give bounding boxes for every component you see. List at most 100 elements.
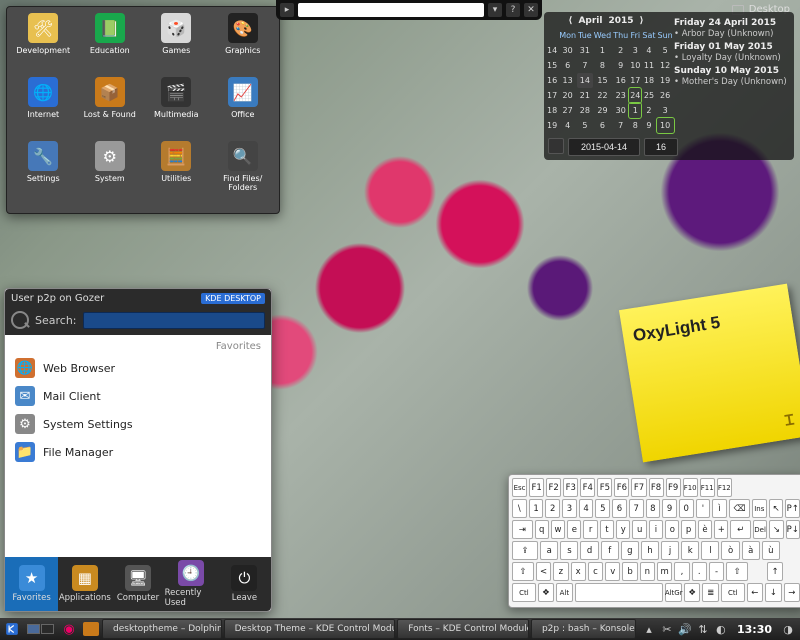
cal-day[interactable]: 14 (577, 73, 593, 88)
key-⇥[interactable]: ⇥ (512, 520, 533, 539)
key-.[interactable]: . (692, 562, 707, 581)
task-p-p-bash-konsole[interactable]: p2p : bash – Konsole (531, 619, 636, 639)
cal-day[interactable]: 30 (612, 103, 629, 118)
cal-day[interactable]: 1 (593, 43, 612, 58)
cal-day[interactable]: 8 (629, 118, 641, 133)
key-ì[interactable]: ì (712, 499, 727, 518)
key-a[interactable]: a (540, 541, 558, 560)
clock[interactable]: 13:30 (733, 623, 776, 636)
key-t[interactable]: t (600, 520, 614, 539)
tab-applications[interactable]: ▦Applications (58, 557, 111, 611)
cal-day[interactable]: 20 (558, 88, 577, 103)
key-i[interactable]: i (649, 520, 663, 539)
tab-recently-used[interactable]: 🕘Recently Used (165, 557, 218, 611)
cal-day[interactable]: 29 (593, 103, 612, 118)
key-↘[interactable]: ↘ (769, 520, 783, 539)
runner-options-icon[interactable]: ▾ (488, 3, 502, 17)
key-w[interactable]: w (551, 520, 565, 539)
key-\[interactable]: \ (512, 499, 527, 518)
key-F1[interactable]: F1 (529, 478, 544, 497)
cal-next-icon[interactable]: ⟩ (640, 16, 644, 26)
sticky-note[interactable]: OxyLight 5 Ꮖ (619, 284, 800, 463)
cal-day[interactable]: 21 (577, 88, 593, 103)
app-development[interactable]: 🛠Development (11, 13, 76, 75)
key-u[interactable]: u (632, 520, 646, 539)
key-m[interactable]: m (657, 562, 672, 581)
key-Ctl[interactable]: Ctl (512, 583, 536, 602)
key-d[interactable]: d (580, 541, 598, 560)
key-F2[interactable]: F2 (546, 478, 561, 497)
key-P↑[interactable]: P↑ (785, 499, 800, 518)
cal-day[interactable]: 17 (629, 73, 641, 88)
favorite-web-browser[interactable]: 🌐Web Browser (5, 354, 271, 382)
key-F8[interactable]: F8 (649, 478, 664, 497)
key-⇧[interactable]: ⇧ (512, 562, 534, 581)
key-F11[interactable]: F11 (700, 478, 715, 497)
key-x[interactable]: x (571, 562, 586, 581)
key-F7[interactable]: F7 (631, 478, 646, 497)
cal-day[interactable]: 30 (558, 43, 577, 58)
key-<[interactable]: < (536, 562, 551, 581)
network-icon[interactable]: ⇅ (697, 623, 709, 635)
cal-month[interactable]: April (578, 16, 602, 26)
key-h[interactable]: h (641, 541, 659, 560)
key-F5[interactable]: F5 (597, 478, 612, 497)
key-z[interactable]: z (553, 562, 568, 581)
app-graphics[interactable]: 🎨Graphics (211, 13, 276, 75)
app-find-files-folders[interactable]: 🔍Find Files/Folders (211, 141, 276, 203)
cal-day[interactable]: 11 (641, 58, 656, 73)
cal-day[interactable]: 22 (593, 88, 612, 103)
key-v[interactable]: v (605, 562, 620, 581)
key-s[interactable]: s (560, 541, 578, 560)
key-8[interactable]: 8 (646, 499, 661, 518)
cal-day[interactable]: 28 (577, 103, 593, 118)
key-↖[interactable]: ↖ (769, 499, 784, 518)
task-desktop-theme-kde-contro[interactable]: Desktop Theme – KDE Control Module (224, 619, 396, 639)
cal-day[interactable]: 9 (612, 58, 629, 73)
key-Esc[interactable]: Esc (512, 478, 527, 497)
key-l[interactable]: l (701, 541, 719, 560)
favorite-system-settings[interactable]: ⚙System Settings (5, 410, 271, 438)
close-button[interactable]: ✕ (524, 3, 538, 17)
cal-day[interactable]: 9 (641, 118, 656, 133)
notification-icon[interactable]: ◐ (715, 623, 727, 635)
key-j[interactable]: j (661, 541, 679, 560)
pager-desktop-1[interactable] (27, 624, 40, 634)
key-+[interactable]: + (714, 520, 728, 539)
key-3[interactable]: 3 (562, 499, 577, 518)
key-4[interactable]: 4 (579, 499, 594, 518)
volume-icon[interactable]: 🔊 (679, 623, 691, 635)
favorite-mail-client[interactable]: ✉Mail Client (5, 382, 271, 410)
key-P↓[interactable]: P↓ (786, 520, 800, 539)
cal-day[interactable]: 4 (641, 43, 656, 58)
key-↓[interactable]: ↓ (765, 583, 781, 602)
key-1[interactable]: 1 (529, 499, 544, 518)
key-space[interactable] (575, 583, 664, 602)
key-←[interactable]: ← (747, 583, 763, 602)
runner-menu-icon[interactable]: ▸ (280, 3, 294, 17)
key-'[interactable]: ' (696, 499, 711, 518)
app-utilities[interactable]: 🧮Utilities (144, 141, 209, 203)
cashew-icon[interactable]: ◑ (782, 623, 794, 635)
show-desktop-button[interactable] (83, 622, 99, 636)
cal-day[interactable]: 16 (612, 73, 629, 88)
key-q[interactable]: q (535, 520, 549, 539)
cal-day[interactable]: 5 (577, 118, 593, 133)
cal-day[interactable]: 7 (577, 58, 593, 73)
cal-week-input[interactable] (644, 138, 678, 156)
key-2[interactable]: 2 (545, 499, 560, 518)
cal-day[interactable]: 6 (558, 58, 577, 73)
key-F9[interactable]: F9 (666, 478, 681, 497)
activity-button[interactable]: ◉ (59, 620, 79, 638)
cal-day[interactable]: 4 (558, 118, 577, 133)
app-office[interactable]: 📈Office (211, 77, 276, 139)
key-≣[interactable]: ≣ (702, 583, 718, 602)
cal-goto-icon[interactable] (548, 138, 564, 154)
key-ò[interactable]: ò (721, 541, 739, 560)
key-r[interactable]: r (583, 520, 597, 539)
app-education[interactable]: 📗Education (78, 13, 143, 75)
key-⌫[interactable]: ⌫ (729, 499, 750, 518)
key-6[interactable]: 6 (612, 499, 627, 518)
cal-day[interactable]: 3 (629, 43, 641, 58)
key-F12[interactable]: F12 (717, 478, 732, 497)
